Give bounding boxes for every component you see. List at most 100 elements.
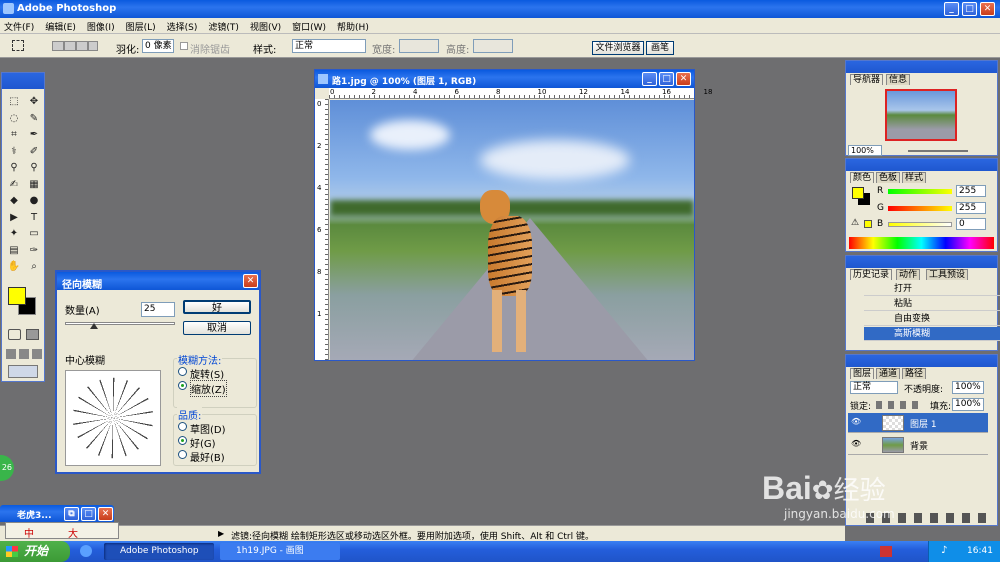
amount-slider-track[interactable] (65, 322, 175, 325)
tab-swatches[interactable]: 色板 (876, 172, 901, 183)
gradient-tool-icon[interactable]: ▦ (27, 178, 41, 192)
tab-layers[interactable]: 图层 (850, 368, 875, 379)
eraser-tool-icon[interactable]: ✍ (7, 178, 21, 192)
fill-input[interactable]: 100% (952, 398, 984, 411)
blur-center-preview[interactable] (65, 370, 161, 466)
menu-item-0[interactable]: 文件(F) (4, 20, 34, 33)
draft-radio[interactable] (178, 422, 187, 431)
shape-tool-icon[interactable]: ▭ (27, 227, 41, 241)
mini-close-button[interactable]: ✕ (98, 507, 113, 521)
layer-row[interactable]: 👁 背景 (848, 435, 988, 455)
close-button[interactable]: ✕ (980, 2, 995, 16)
color-fg-swatch[interactable] (852, 187, 864, 199)
mini-restore-button[interactable]: ⧉ (64, 507, 79, 521)
spin-radio[interactable] (178, 367, 187, 376)
menu-item-7[interactable]: 窗口(W) (292, 20, 326, 33)
tab-info[interactable]: 信息 (886, 74, 911, 85)
lock-icons[interactable] (876, 401, 920, 409)
amount-slider-thumb[interactable] (90, 323, 98, 329)
navigator-zoom-slider[interactable] (908, 150, 968, 152)
good-radio[interactable] (178, 436, 187, 445)
menu-item-1[interactable]: 编辑(E) (45, 20, 76, 33)
tab-color[interactable]: 颜色 (850, 172, 875, 183)
g-slider[interactable] (888, 206, 952, 211)
b-input[interactable]: 0 (956, 218, 986, 230)
best-radio[interactable] (178, 450, 187, 459)
selection-mode-icons[interactable] (52, 41, 98, 51)
menu-item-6[interactable]: 视图(V) (250, 20, 281, 33)
dialog-close-button[interactable]: ✕ (243, 274, 258, 288)
menu-item-2[interactable]: 图像(I) (87, 20, 115, 33)
healing-tool-icon[interactable]: ⚕ (7, 145, 21, 159)
opacity-input[interactable]: 100% (952, 381, 984, 394)
dodge-tool-icon[interactable]: ● (27, 194, 41, 208)
mini-maximize-button[interactable]: □ (81, 507, 96, 521)
tab-channels[interactable]: 通道 (876, 368, 901, 379)
standard-mode-icon[interactable] (26, 329, 39, 340)
lasso-tool-icon[interactable]: ◌ (7, 112, 21, 126)
marquee-tool-icon[interactable]: ⬚ (7, 95, 21, 109)
antialias-checkbox[interactable] (180, 42, 188, 50)
tab-actions[interactable]: 动作 (896, 269, 921, 280)
crop-tool-icon[interactable]: ⌗ (7, 128, 21, 142)
menu-item-4[interactable]: 选择(S) (167, 20, 198, 33)
tab-history[interactable]: 历史记录 (850, 269, 893, 280)
tab-navigator[interactable]: 导航器 (850, 74, 884, 85)
menu-item-8[interactable]: 帮助(H) (337, 20, 369, 33)
ime-mode[interactable]: 中 (24, 525, 34, 540)
cancel-button[interactable]: 取消 (183, 321, 251, 335)
taskbar-item-paint[interactable]: 1h19.JPG - 画图 (220, 543, 340, 560)
history-item[interactable]: 打开 (864, 282, 1000, 296)
quickmask-icon[interactable] (8, 329, 21, 340)
minimized-document[interactable]: 老虎3... ⧉ □ ✕ (0, 505, 114, 522)
menu-item-3[interactable]: 图层(L) (126, 20, 156, 33)
g-input[interactable]: 255 (956, 202, 986, 214)
move-tool-icon[interactable]: ✥ (27, 95, 41, 109)
tab-paths[interactable]: 路径 (902, 368, 927, 379)
visibility-eye-icon[interactable]: 👁 (851, 439, 861, 448)
b-slider[interactable] (888, 222, 952, 227)
menu-item-5[interactable]: 滤镜(T) (208, 20, 239, 33)
document-titlebar[interactable]: 路1.jpg @ 100% (图层 1, RGB) _ □ ✕ (315, 70, 694, 88)
navigator-thumbnail[interactable] (885, 89, 957, 141)
visibility-eye-icon[interactable]: 👁 (851, 417, 861, 426)
path-select-tool-icon[interactable]: ▶ (7, 211, 21, 225)
width-input[interactable] (399, 39, 439, 53)
zoom-tool-icon[interactable]: ⌕ (27, 260, 41, 274)
brushes-tab[interactable]: 画笔 (646, 41, 674, 55)
minimize-button[interactable]: _ (944, 2, 959, 16)
color-spectrum[interactable] (849, 237, 994, 249)
jump-to-imageready-icon[interactable] (8, 365, 38, 378)
hand-tool-icon[interactable]: ✋ (7, 260, 21, 274)
ok-button[interactable]: 好 (183, 300, 251, 314)
file-browser-tab[interactable]: 文件浏览器 (592, 41, 644, 55)
pen-tool-icon[interactable]: ✦ (7, 227, 21, 241)
r-slider[interactable] (888, 189, 952, 194)
quicklaunch-ie-icon[interactable] (80, 545, 92, 557)
notes-tool-icon[interactable]: ▤ (7, 244, 21, 258)
history-item[interactable]: 高斯模糊 (864, 327, 1000, 341)
doc-maximize-button[interactable]: □ (659, 72, 674, 86)
r-input[interactable]: 255 (956, 185, 986, 197)
eyedropper-tool-icon[interactable]: ✑ (27, 244, 41, 258)
tray-network-icon[interactable] (880, 546, 892, 557)
stamp-tool-icon[interactable]: ⚲ (7, 161, 21, 175)
type-tool-icon[interactable]: T (27, 211, 41, 225)
slice-tool-icon[interactable]: ✒ (27, 128, 41, 142)
ime-toolbar[interactable]: 中 大 (5, 522, 119, 540)
ime-fullwidth[interactable]: 大 (68, 525, 78, 540)
layer-row[interactable]: 👁 图层 1 (848, 413, 988, 433)
brush-tool-icon[interactable]: ✐ (27, 145, 41, 159)
marquee-tool-icon[interactable] (12, 40, 24, 51)
height-input[interactable] (473, 39, 513, 53)
magic-wand-tool-icon[interactable]: ✎ (27, 112, 41, 126)
volume-icon[interactable]: ♪ (941, 545, 947, 556)
doc-minimize-button[interactable]: _ (642, 72, 657, 86)
dialog-titlebar[interactable]: 径向模糊 ✕ (57, 272, 259, 291)
document-canvas[interactable] (330, 100, 694, 360)
doc-close-button[interactable]: ✕ (676, 72, 691, 86)
blur-tool-icon[interactable]: ◆ (7, 194, 21, 208)
feather-input[interactable]: 0 像素 (142, 39, 174, 53)
start-button[interactable]: 开始 (0, 541, 70, 562)
restore-button[interactable]: □ (962, 2, 977, 16)
